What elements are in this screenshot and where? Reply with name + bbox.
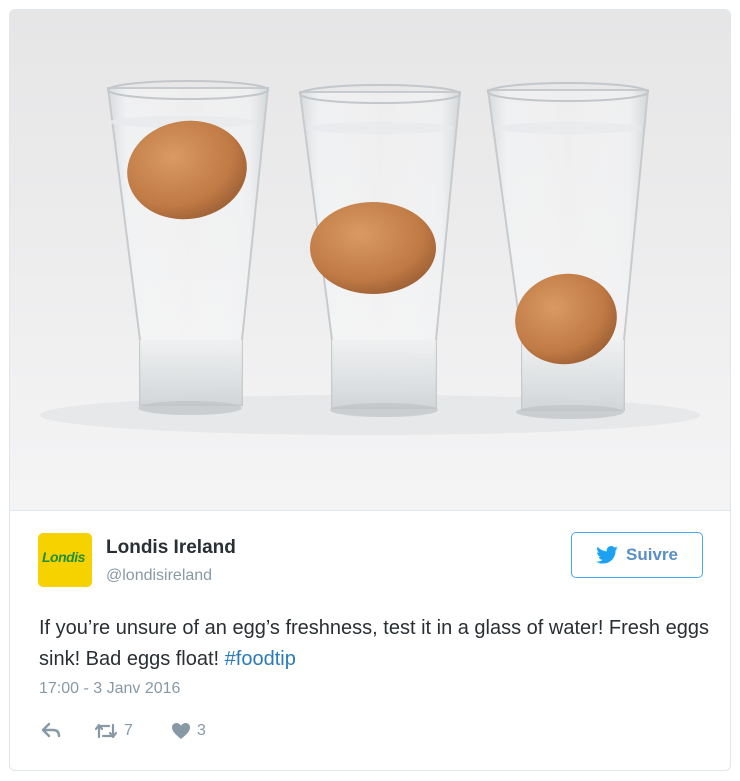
tweet-body: If you’re unsure of an egg’s freshness, … bbox=[39, 617, 709, 670]
heart-icon bbox=[172, 723, 190, 739]
avatar[interactable]: Londis bbox=[38, 533, 92, 587]
retweet-count: 7 bbox=[124, 722, 133, 739]
reply-icon bbox=[41, 722, 61, 738]
like-count: 3 bbox=[197, 722, 206, 739]
follow-button[interactable]: Suivre bbox=[571, 532, 703, 578]
timestamp-link[interactable]: 17:00 - 3 Janv 2016 bbox=[39, 680, 180, 698]
author-handle[interactable]: @londisireland bbox=[106, 567, 212, 585]
tweet-photo[interactable] bbox=[10, 10, 730, 511]
author-name[interactable]: Londis Ireland bbox=[106, 537, 236, 559]
retweet-button[interactable]: 7 bbox=[94, 722, 133, 740]
glass-middle bbox=[298, 84, 462, 417]
egg-glasses-image bbox=[40, 80, 700, 435]
reply-button[interactable] bbox=[41, 722, 61, 738]
tweet-text: If you’re unsure of an egg’s freshness, … bbox=[39, 613, 709, 675]
tweet-card: Londis Londis Ireland @londisireland Sui… bbox=[9, 9, 731, 771]
glass-right bbox=[486, 82, 650, 419]
retweet-icon bbox=[94, 723, 118, 739]
hashtag-link[interactable]: #foodtip bbox=[225, 648, 296, 670]
like-button[interactable]: 3 bbox=[171, 722, 206, 740]
glass-left bbox=[106, 80, 270, 415]
avatar-logo-text: Londis bbox=[42, 549, 85, 565]
follow-label: Suivre bbox=[626, 545, 678, 564]
twitter-bird-icon bbox=[596, 546, 618, 564]
